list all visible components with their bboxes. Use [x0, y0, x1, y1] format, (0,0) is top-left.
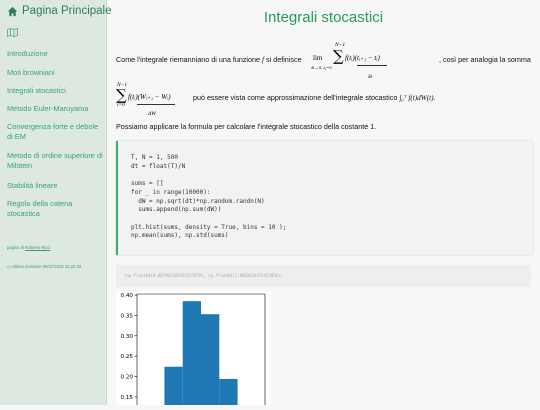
home-label: Pagina Principale	[22, 5, 112, 17]
map-icon[interactable]	[7, 28, 18, 37]
paragraph-2: può essere vista come approssimazione de…	[193, 93, 436, 102]
clock-icon: ◷	[7, 264, 11, 269]
main-content: Integrali stocastici Come l'integrale ri…	[107, 0, 540, 405]
sidebar-item-moti-browniani[interactable]: Moti browniani	[7, 68, 103, 78]
output-text: (np.float64(0.007901203932225979), np.fl…	[124, 273, 283, 278]
y-tick-label: 0.40	[121, 293, 134, 299]
histogram-bar	[164, 366, 183, 405]
sidebar-item-integrali-stocastici[interactable]: Integrali stocastici	[7, 86, 103, 96]
footer-last-updated: ◷ Ultima revisione 08/27/2022 15:22:33	[7, 264, 82, 269]
home-icon	[7, 6, 18, 16]
sidebar-item-stabilita-lineare[interactable]: Stabilità lineare	[7, 181, 103, 191]
sidebar-item-metodo-euler-maruyama[interactable]: Metodo Euler-Maruyama	[7, 104, 103, 114]
footer-author: pagina di Roberto Ricci	[7, 245, 51, 250]
page-title: Integrali stocastici	[263, 9, 384, 26]
sidebar: Pagina Principale Introduzione Moti brow…	[0, 0, 112, 405]
output-cell: (np.float64(0.007901203932225979), np.fl…	[116, 265, 531, 287]
code-text[interactable]: T, N = 1, 500 dt = float(T)/N sums = [] …	[131, 154, 286, 241]
y-tick-label: 0.30	[121, 334, 134, 340]
riemann-sum-formula: N−1 lim ∑ f(tᵢ)(tᵢ₊₁ − tᵢ) δt→0, t₀=0 δt	[311, 42, 433, 92]
sidebar-item-regola-catena[interactable]: Regola della catena stocastica	[7, 199, 103, 219]
sidebar-item-milstein[interactable]: Metodo di ordine superiore di Milstein	[7, 151, 103, 171]
y-tick-label: 0.20	[121, 375, 134, 381]
histogram-plot: 0.40 0.35 0.30 0.25 0.20 0.15	[116, 291, 271, 405]
code-cell[interactable]: T, N = 1, 500 dt = float(T)/N sums = [] …	[116, 141, 533, 255]
stochastic-sum-formula: N−1 ∑ i=0 f(tᵢ)(Wᵢ₊₁ − Wᵢ) ΔW	[115, 81, 225, 125]
histogram-bar	[182, 301, 201, 405]
y-tick-label: 0.25	[121, 354, 134, 360]
paragraph-1: Come l'integrale riemanniano di una funz…	[116, 55, 302, 64]
sidebar-item-convergenza[interactable]: Convergenza forte e debole di EM	[7, 122, 103, 142]
histogram-bar	[201, 314, 220, 405]
y-tick-label: 0.15	[121, 395, 134, 401]
paragraph-1-end: , così per analogia la somma	[439, 55, 531, 64]
histogram-chart: 0.40 0.35 0.30 0.25 0.20 0.15	[121, 293, 266, 405]
paragraph-3: Possiamo applicare la formula per calcol…	[116, 122, 377, 131]
sidebar-item-introduzione[interactable]: Introduzione	[7, 49, 103, 59]
histogram-bar	[219, 378, 238, 405]
y-tick-label: 0.35	[121, 313, 134, 319]
home-link[interactable]: Pagina Principale	[7, 5, 112, 17]
author-link[interactable]: Roberto Ricci	[25, 245, 50, 250]
